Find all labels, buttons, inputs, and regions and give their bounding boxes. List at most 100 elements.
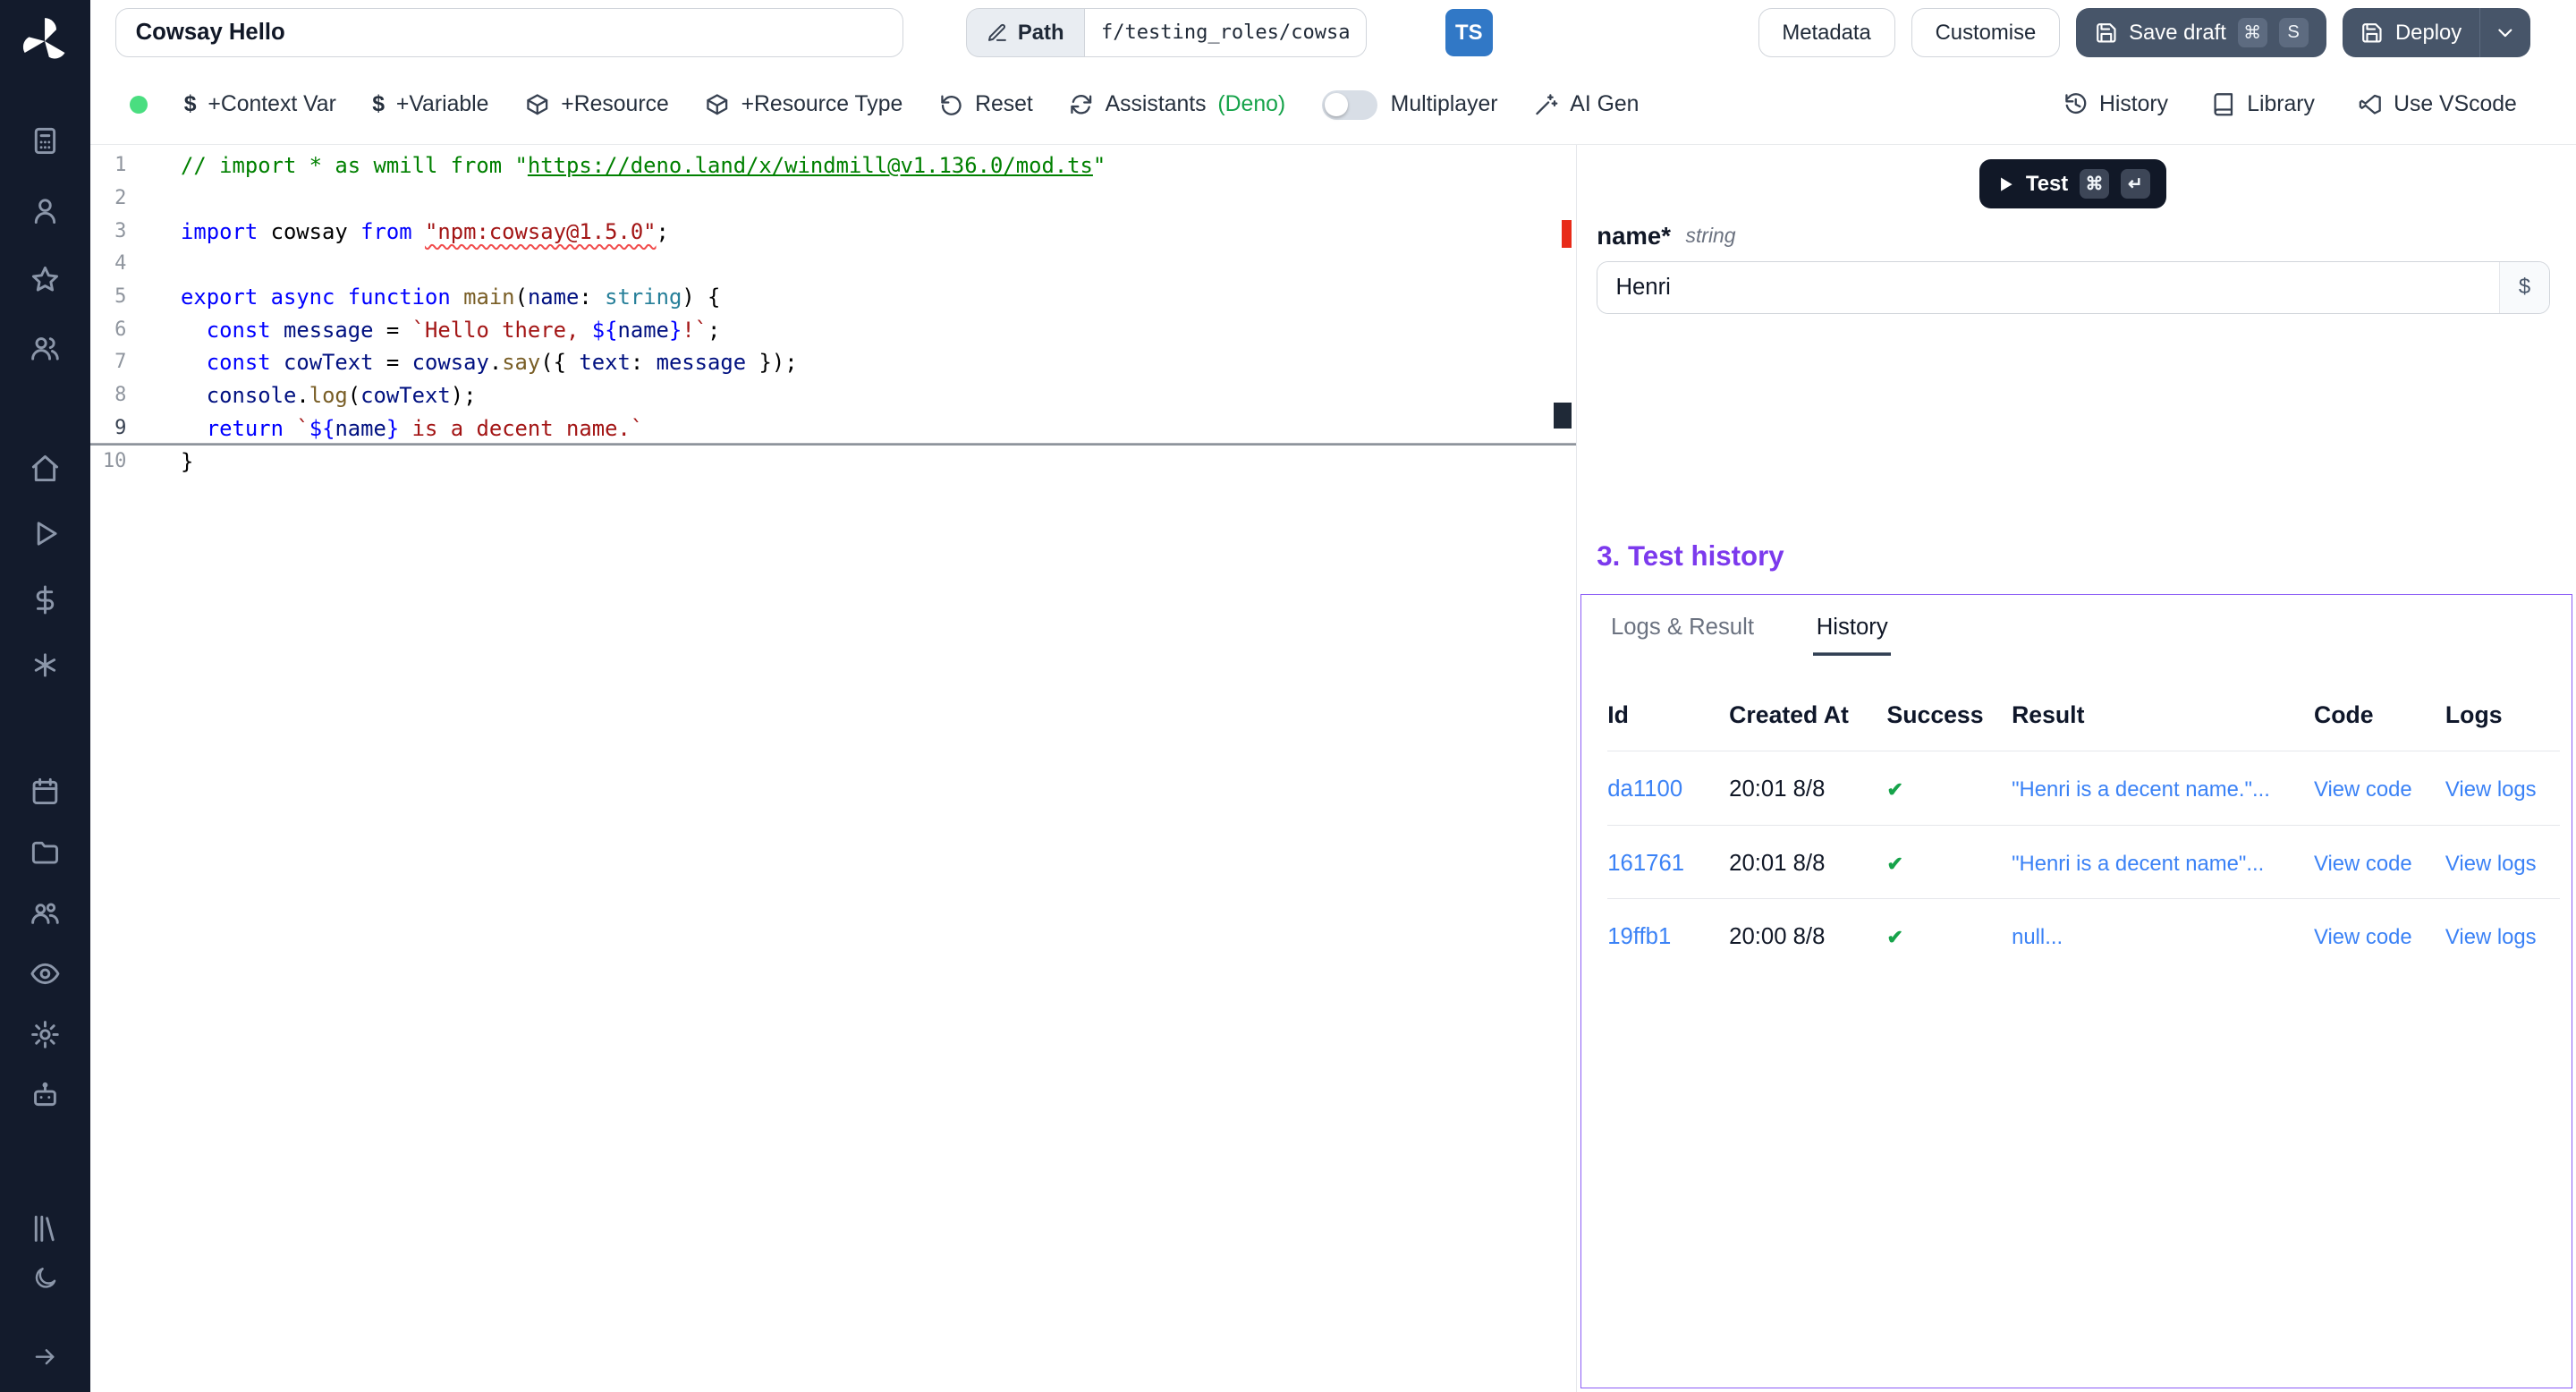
sidebar-item-workers[interactable] bbox=[0, 1065, 90, 1125]
sidebar-item-runs[interactable] bbox=[0, 501, 90, 566]
add-resource-type-button[interactable]: +Resource Type bbox=[705, 92, 902, 117]
view-logs-link[interactable]: View logs bbox=[2445, 925, 2537, 949]
cursor-marker bbox=[1554, 403, 1572, 429]
multiplayer-control: Multiplayer bbox=[1322, 90, 1498, 120]
script-name-input[interactable] bbox=[115, 8, 904, 57]
result-link[interactable]: "Henri is a decent name."... bbox=[2012, 777, 2270, 802]
editor-lines: 1// import * as wmill from "https://deno… bbox=[90, 149, 1576, 478]
status-dot bbox=[130, 96, 148, 114]
test-button[interactable]: Test ⌘ ↵ bbox=[1979, 159, 2166, 208]
sidebar-item-docs[interactable] bbox=[0, 1204, 90, 1253]
user-icon bbox=[30, 195, 61, 226]
sidebar-item-members[interactable] bbox=[0, 314, 90, 383]
view-code-link[interactable]: View code bbox=[2314, 777, 2412, 802]
history-label: History bbox=[2099, 92, 2168, 117]
test-panel: Test ⌘ ↵ name* string $ 3. Test history … bbox=[1577, 145, 2576, 1392]
tab-logs-result[interactable]: Logs & Result bbox=[1607, 605, 1757, 656]
users-icon bbox=[30, 333, 61, 364]
sidebar-collapse-button[interactable] bbox=[0, 1332, 90, 1381]
view-code-link[interactable]: View code bbox=[2314, 925, 2412, 949]
sidebar-item-variables[interactable] bbox=[0, 567, 90, 632]
deploy-button[interactable]: Deploy bbox=[2343, 8, 2479, 57]
code-line[interactable]: 5export async function main(name: string… bbox=[90, 281, 1576, 314]
sidebar-item-settings[interactable] bbox=[0, 1004, 90, 1065]
save-draft-button[interactable]: Save draft ⌘ S bbox=[2076, 8, 2326, 57]
path-input[interactable] bbox=[1084, 8, 1367, 57]
sidebar-item-favorites[interactable] bbox=[0, 245, 90, 314]
dollar-icon: $ bbox=[184, 92, 197, 117]
history-body: da110020:01 8/8✔"Henri is a decent name.… bbox=[1607, 751, 2560, 972]
result-link[interactable]: "Henri is a decent name"... bbox=[2012, 852, 2264, 876]
customise-button[interactable]: Customise bbox=[1911, 8, 2060, 57]
sidebar-item-apps[interactable] bbox=[0, 106, 90, 175]
code-line[interactable]: 7 const cowText = cowsay.say({ text: mes… bbox=[90, 346, 1576, 379]
view-code-link[interactable]: View code bbox=[2314, 852, 2412, 876]
code-line[interactable]: 6 const message = `Hello there, ${name}!… bbox=[90, 314, 1576, 347]
language-badge[interactable]: TS bbox=[1445, 9, 1493, 56]
multiplayer-toggle[interactable] bbox=[1322, 90, 1377, 120]
test-button-label: Test bbox=[2026, 172, 2068, 197]
run-id-link[interactable]: da1100 bbox=[1607, 777, 1682, 802]
code-line[interactable]: 4 bbox=[90, 248, 1576, 281]
sidebar-item-dark-mode[interactable] bbox=[0, 1253, 90, 1303]
use-vscode-button[interactable]: Use VScode bbox=[2358, 92, 2517, 117]
success-check-icon: ✔ bbox=[1886, 778, 1902, 801]
metadata-button[interactable]: Metadata bbox=[1758, 8, 1895, 57]
path-button[interactable]: Path bbox=[966, 8, 1084, 57]
run-id-link[interactable]: 161761 bbox=[1607, 851, 1684, 876]
code-text: console.log(cowText); bbox=[126, 379, 476, 412]
run-id-link[interactable]: 19ffb1 bbox=[1607, 924, 1671, 949]
book-icon bbox=[2211, 92, 2236, 117]
ai-gen-label: AI Gen bbox=[1570, 92, 1639, 117]
column-header: Success bbox=[1886, 695, 2012, 751]
code-line[interactable]: 2 bbox=[90, 182, 1576, 216]
code-editor[interactable]: 1// import * as wmill from "https://deno… bbox=[90, 145, 1577, 1392]
kbd-enter: ↵ bbox=[2121, 169, 2150, 199]
arg-name-input[interactable] bbox=[1597, 262, 2499, 313]
sidebar-item-resources[interactable] bbox=[0, 632, 90, 698]
add-resource-button[interactable]: +Resource bbox=[525, 92, 669, 117]
sidebar-item-user[interactable] bbox=[0, 176, 90, 245]
library-button[interactable]: Library bbox=[2211, 92, 2315, 117]
code-text: } bbox=[126, 446, 193, 479]
sidebar-item-schedules[interactable] bbox=[0, 760, 90, 821]
sidebar-item-groups[interactable] bbox=[0, 882, 90, 943]
tab-history[interactable]: History bbox=[1813, 605, 1891, 656]
reset-button[interactable]: Reset bbox=[939, 92, 1033, 117]
code-line[interactable]: 10} bbox=[90, 446, 1576, 479]
sidebar-item-home[interactable] bbox=[0, 436, 90, 501]
code-line[interactable]: 8 console.log(cowText); bbox=[90, 379, 1576, 412]
code-line[interactable]: 9 return `${name} is a decent name.` bbox=[90, 412, 1576, 446]
test-button-row: Test ⌘ ↵ bbox=[1597, 159, 2549, 208]
add-variable-button[interactable]: $+Variable bbox=[372, 92, 488, 117]
assistants-button[interactable]: Assistants(Deno) bbox=[1069, 92, 1285, 117]
ai-gen-button[interactable]: AI Gen bbox=[1534, 92, 1640, 117]
column-header: Result bbox=[2012, 695, 2314, 751]
line-number: 6 bbox=[90, 314, 126, 347]
play-icon bbox=[30, 518, 61, 549]
windmill-logo[interactable] bbox=[15, 12, 74, 71]
history-tabs: Logs & Result History bbox=[1581, 595, 2572, 656]
windmill-app: Path TS Metadata Customise Save draft ⌘ … bbox=[0, 0, 2576, 1392]
sidebar-group-top bbox=[0, 106, 90, 383]
code-line[interactable]: 3import cowsay from "npm:cowsay@1.5.0"; bbox=[90, 216, 1576, 249]
sidebar bbox=[0, 0, 90, 1392]
refresh-icon bbox=[1069, 92, 1094, 117]
view-logs-link[interactable]: View logs bbox=[2445, 852, 2537, 876]
history-button[interactable]: History bbox=[2063, 92, 2169, 117]
code-line[interactable]: 1// import * as wmill from "https://deno… bbox=[90, 149, 1576, 182]
history-icon bbox=[2063, 92, 2089, 117]
add-context-var-button[interactable]: $+Context Var bbox=[184, 92, 336, 117]
wand-icon bbox=[1534, 92, 1559, 117]
deploy-dropdown-button[interactable] bbox=[2479, 8, 2529, 57]
result-link[interactable]: null... bbox=[2012, 925, 2063, 949]
view-logs-link[interactable]: View logs bbox=[2445, 777, 2537, 802]
sidebar-item-folders[interactable] bbox=[0, 821, 90, 882]
insert-variable-button[interactable]: $ bbox=[2499, 262, 2548, 313]
moon-icon bbox=[32, 1265, 58, 1291]
gear-icon bbox=[30, 1019, 61, 1050]
reset-label: Reset bbox=[975, 92, 1033, 117]
add-resource-label: +Resource bbox=[561, 92, 669, 117]
sidebar-item-audit-logs[interactable] bbox=[0, 943, 90, 1004]
vscode-icon bbox=[2358, 92, 2383, 117]
